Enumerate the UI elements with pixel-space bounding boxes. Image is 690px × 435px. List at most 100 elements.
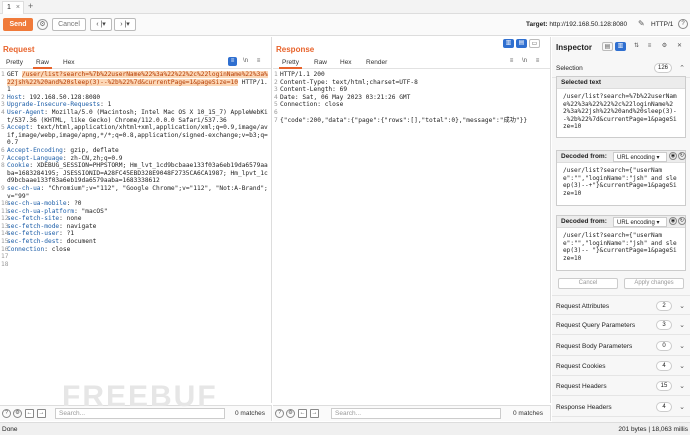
response-line: 1 HTTP/1.1 200 <box>273 71 550 79</box>
layout-rows-icon[interactable]: ▤ <box>516 39 527 48</box>
back-button[interactable]: ‹ |▾ <box>90 18 112 31</box>
chevron-down-icon[interactable]: ⌄ <box>679 403 685 411</box>
decoded-text-2[interactable]: /user/list?search={"userName":"","loginN… <box>557 228 685 266</box>
send-button[interactable]: Send <box>3 18 33 31</box>
layout-rows-icon[interactable]: ▤ <box>602 42 613 51</box>
align-icon[interactable]: ≡ <box>645 42 654 51</box>
http-version[interactable]: HTTP/1 <box>651 21 673 28</box>
decoded-text-1[interactable]: /user/list?search={"userName":"","loginN… <box>557 163 685 201</box>
response-match-count: 0 matches <box>513 410 543 417</box>
toggle-icon[interactable]: ◉ <box>669 217 677 225</box>
tab-pretty[interactable]: Pretty <box>3 58 26 67</box>
section-count: 0 <box>656 340 672 351</box>
cancel-button[interactable]: Cancel <box>558 278 618 289</box>
toggle-icon[interactable]: ◉ <box>669 152 677 160</box>
apply-changes-button[interactable]: Apply changes <box>624 278 684 289</box>
gear-icon[interactable]: ⚙ <box>660 42 669 51</box>
target-display[interactable]: Target: http://192.168.50.128:8080 <box>526 21 627 28</box>
refresh-icon[interactable]: ↻ <box>678 152 686 160</box>
chevron-down-icon[interactable]: ⌄ <box>679 362 685 370</box>
forward-button[interactable]: › |▾ <box>114 18 136 31</box>
tab-raw[interactable]: Raw <box>33 58 53 69</box>
close-icon[interactable]: ✕ <box>675 42 684 51</box>
header-line: 9 sec-ch-ua: "Chromium";v="112", "Google … <box>1 184 268 200</box>
response-line: 2 Content-Type: text/html;charset=UTF-8 <box>273 79 550 87</box>
layout-split-icon[interactable]: ▥ <box>503 39 514 48</box>
section-label: Response Headers <box>556 403 612 411</box>
layout-single-icon[interactable]: ▭ <box>529 39 540 48</box>
response-line-text: Content-Type: text/html;charset=UTF-8 <box>280 78 418 86</box>
help-icon[interactable]: ? <box>678 19 688 29</box>
header-line: 12 sec-fetch-site: none <box>1 215 82 223</box>
close-icon[interactable]: × <box>16 4 20 11</box>
layout-split-icon[interactable]: ▥ <box>615 42 626 51</box>
line-number: 5 <box>274 101 278 109</box>
response-line: 6 <box>273 109 550 117</box>
inspector-section[interactable]: Request Cookies 4 ⌄ <box>552 355 690 376</box>
response-line: 5 Connection: close <box>273 101 550 109</box>
request-editor[interactable]: 1 GET /user/list?search=%7b%22userName%22… <box>0 71 271 397</box>
tab-hex[interactable]: Hex <box>60 58 78 67</box>
response-line: 4 Date: Sat, 06 May 2023 03:21:26 GMT <box>273 94 550 102</box>
status-bar: Done 201 bytes | 18,063 millis <box>0 422 690 435</box>
decoding-select[interactable]: URL encoding ▾ <box>613 217 667 227</box>
help-icon[interactable]: ? <box>2 409 11 418</box>
inspector-title: Inspector <box>556 43 593 52</box>
chevron-down-icon[interactable]: ⌄ <box>679 342 685 350</box>
decoded-from-label: Decoded from: <box>561 218 607 225</box>
header-value: text/html,application/xhtml+xml,applicat… <box>7 124 268 147</box>
line-number: 15 <box>1 238 9 246</box>
help-icon[interactable]: ? <box>275 409 284 418</box>
response-search-input[interactable]: Search... <box>331 408 501 419</box>
response-line-text: Connection: close <box>280 101 344 109</box>
section-label: Request Body Parameters <box>556 342 633 350</box>
inspector-section[interactable]: Request Body Parameters 0 ⌄ <box>552 335 690 356</box>
prev-match-icon[interactable]: ← <box>25 409 34 418</box>
header-name: sec-fetch-dest <box>7 238 60 246</box>
inspector-section[interactable]: Response Headers 4 ⌄ <box>552 396 690 417</box>
tab-pretty[interactable]: Pretty <box>279 58 302 69</box>
header-line: 6 Accept-Encoding: gzip, deflate <box>1 146 119 154</box>
line-number: 16 <box>1 245 9 253</box>
edit-pencil-icon[interactable]: ✎ <box>638 19 645 28</box>
response-editor[interactable]: 1 HTTP/1.1 200 2 Content-Type: text/html;ch… <box>273 71 550 397</box>
line-number: 5 <box>1 124 5 132</box>
response-line-text: Content-Length: 69 <box>280 86 348 94</box>
tab-render[interactable]: Render <box>363 58 390 67</box>
line-number: 7 <box>274 116 278 124</box>
add-tab-icon[interactable]: + <box>28 1 33 11</box>
inspector-section[interactable]: Request Query Parameters 3 ⌄ <box>552 315 690 336</box>
line-number: 8 <box>1 162 5 170</box>
chevron-down-icon[interactable]: ⌄ <box>679 382 685 390</box>
selected-text-value[interactable]: /user/list?search=%7b%22userName%22%3a%2… <box>557 89 685 135</box>
chevron-down-icon[interactable]: ⌄ <box>679 321 685 329</box>
header-name: sec-fetch-site <box>7 215 60 223</box>
cancel-button[interactable]: Cancel <box>52 18 86 31</box>
request-tabs: Pretty Raw Hex <box>0 57 271 69</box>
refresh-icon[interactable]: ↻ <box>678 217 686 225</box>
tab-1[interactable]: 1 × <box>2 1 24 14</box>
gear-icon[interactable]: ⚙ <box>37 19 48 30</box>
next-match-icon[interactable]: → <box>310 409 319 418</box>
settings-icon[interactable]: ⚙ <box>13 409 22 418</box>
chevron-down-icon[interactable]: ⌄ <box>679 302 685 310</box>
tab-hex[interactable]: Hex <box>337 58 355 67</box>
line-number: 17 <box>1 253 9 261</box>
empty-line: 18 <box>0 261 271 269</box>
header-value: ?1 <box>66 230 75 238</box>
section-label: Request Attributes <box>556 303 610 310</box>
settings-icon[interactable]: ⚙ <box>286 409 295 418</box>
tab-raw[interactable]: Raw <box>311 58 330 67</box>
inspector-section[interactable]: Request Attributes 2 ⌄ <box>552 295 690 315</box>
response-line: 3 Content-Length: 69 <box>273 86 550 94</box>
inspector-section[interactable]: Request Headers 15 ⌄ <box>552 376 690 397</box>
next-match-icon[interactable]: → <box>37 409 46 418</box>
selection-row[interactable]: Selection 126 ⌃ <box>552 58 690 78</box>
prev-match-icon[interactable]: ← <box>298 409 307 418</box>
decoding-select[interactable]: URL encoding ▾ <box>613 152 667 162</box>
section-count: 3 <box>656 320 672 331</box>
sort-icon[interactable]: ⇅ <box>632 42 641 51</box>
header-value: "macOS" <box>81 207 108 215</box>
chevron-up-icon[interactable]: ⌃ <box>679 64 685 72</box>
line-number: 3 <box>1 101 5 109</box>
